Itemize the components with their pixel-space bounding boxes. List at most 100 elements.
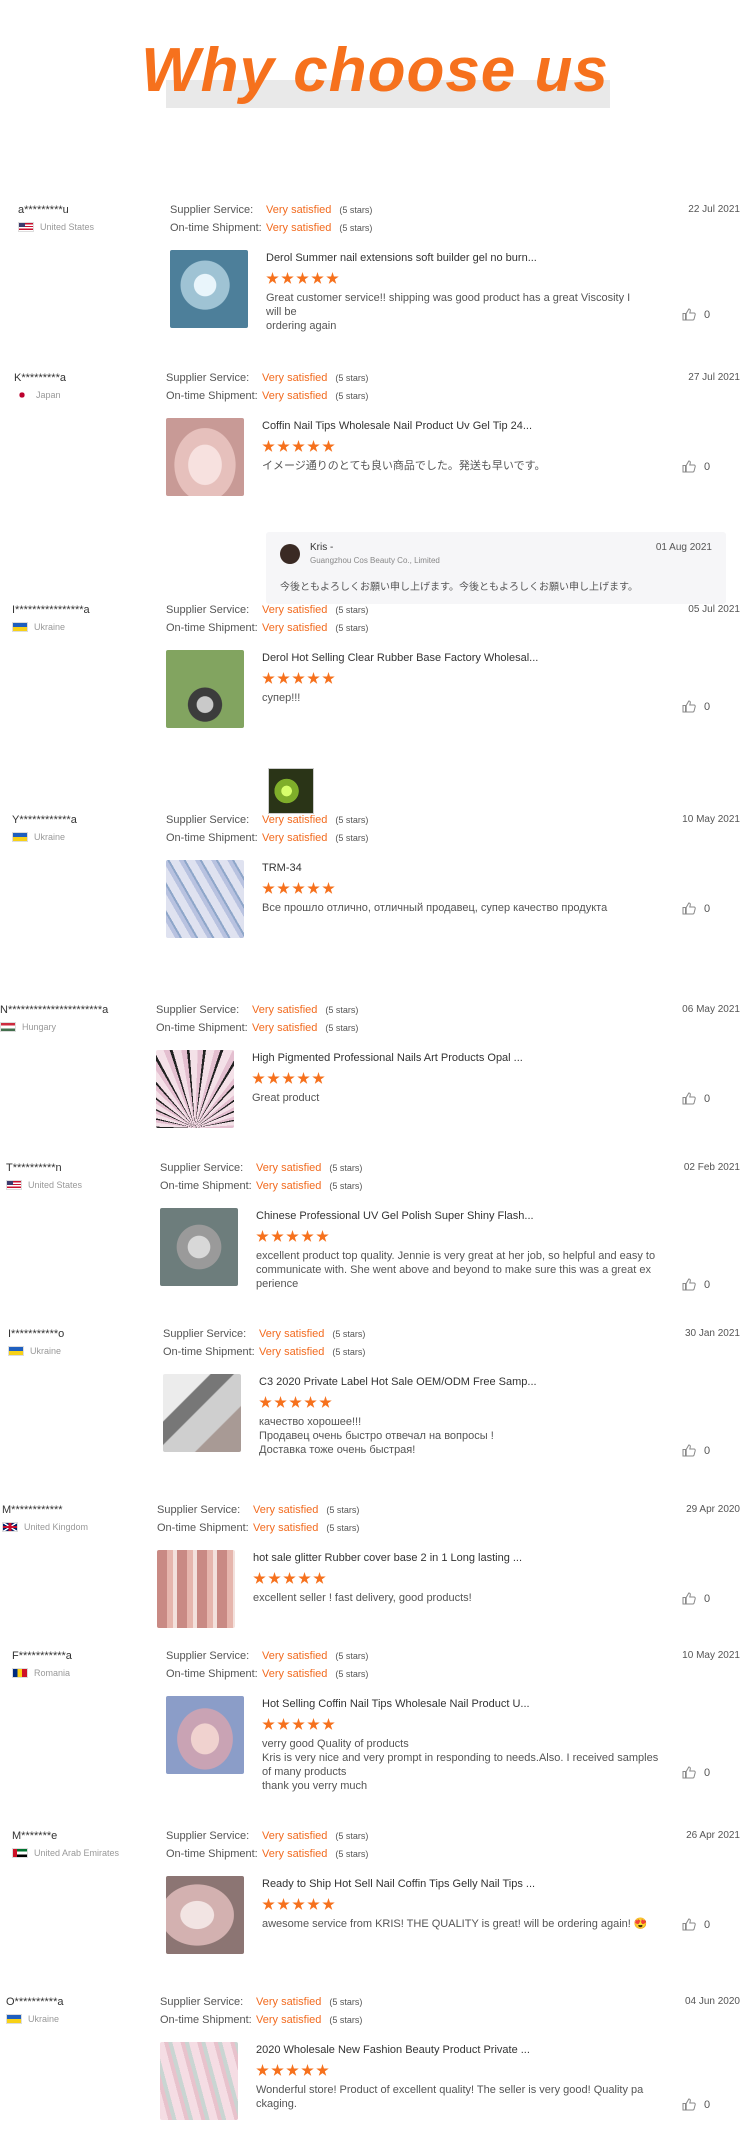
supplier-service-stars: (5 stars) xyxy=(325,1005,359,1015)
review-photo[interactable] xyxy=(268,768,314,814)
product-title-link[interactable]: C3 2020 Private Label Hot Sale OEM/ODM F… xyxy=(259,1376,639,1388)
review-text-line: Wonderful store! Product of excellent qu… xyxy=(256,2084,644,2096)
like-button[interactable]: 0 xyxy=(682,1918,710,1931)
romania-flag-icon xyxy=(12,1668,28,1678)
star-icon xyxy=(289,1396,302,1408)
reviewer-country: United Arab Emirates xyxy=(12,1848,119,1858)
review-text-line: excellent product top quality. Jennie is… xyxy=(256,1250,656,1262)
star-icon xyxy=(304,1396,317,1408)
product-thumbnail[interactable] xyxy=(157,1550,235,1628)
supplier-service-stars: (5 stars) xyxy=(339,205,373,215)
review-text-line: Great product xyxy=(252,1092,320,1104)
banner-title: Why choose us xyxy=(141,36,609,105)
product-title-link[interactable]: 2020 Wholesale New Fashion Beauty Produc… xyxy=(256,2044,646,2056)
supplier-service-label: Supplier Service: xyxy=(157,1504,241,1516)
supplier-service-value: Very satisfied xyxy=(262,1830,328,1842)
product-title-link[interactable]: Coffin Nail Tips Wholesale Nail Product … xyxy=(262,420,642,432)
reviewer-name: M*******e xyxy=(12,1830,58,1842)
review-text: awesome service from KRIS! THE QUALITY i… xyxy=(262,1917,662,1931)
like-button[interactable]: 0 xyxy=(682,1278,710,1291)
product-title-link[interactable]: High Pigmented Professional Nails Art Pr… xyxy=(252,1052,642,1064)
product-info: 2020 Wholesale New Fashion Beauty Produc… xyxy=(256,2044,646,2111)
rating-stars xyxy=(256,2064,646,2077)
product-title-link[interactable]: TRM-34 xyxy=(262,862,642,874)
shipment-label: On-time Shipment: xyxy=(166,1668,258,1680)
shipment-label: On-time Shipment: xyxy=(156,1022,248,1034)
supplier-service-stars: (5 stars) xyxy=(335,605,369,615)
reviewer: a*********u United States xyxy=(18,204,94,232)
review-main: Supplier Service: Very satisfied (5 star… xyxy=(166,814,368,850)
country-name: Japan xyxy=(36,390,61,400)
shipment-value: Very satisfied xyxy=(262,1848,328,1860)
review-main: Supplier Service: Very satisfied (5 star… xyxy=(166,1830,368,1866)
star-icon xyxy=(277,1898,290,1910)
like-button[interactable]: 0 xyxy=(682,1092,710,1105)
product-title-link[interactable]: Derol Hot Selling Clear Rubber Base Fact… xyxy=(262,652,642,664)
product-title-link[interactable]: Derol Summer nail extensions soft builde… xyxy=(266,252,646,264)
product-title-link[interactable]: hot sale glitter Rubber cover base 2 in … xyxy=(253,1552,633,1564)
country-name: Ukraine xyxy=(34,832,66,842)
supplier-service-stars: (5 stars) xyxy=(329,1163,363,1173)
product-thumbnail[interactable] xyxy=(170,250,248,328)
supplier-service-row: Supplier Service: Very satisfied (5 star… xyxy=(160,1996,362,2014)
product-info: C3 2020 Private Label Hot Sale OEM/ODM F… xyxy=(259,1376,639,1457)
shipment-stars: (5 stars) xyxy=(335,1849,369,1859)
review-main: Supplier Service: Very satisfied (5 star… xyxy=(157,1504,359,1540)
reviewer-country: Ukraine xyxy=(8,1346,64,1356)
product-thumbnail[interactable] xyxy=(163,1374,241,1452)
shipment-value: Very satisfied xyxy=(259,1346,325,1358)
shipment-stars: (5 stars) xyxy=(335,1669,369,1679)
like-button[interactable]: 0 xyxy=(682,2098,710,2111)
product-thumbnail[interactable] xyxy=(166,1696,244,1774)
reviewer-country: Romania xyxy=(12,1668,72,1678)
product-thumbnail[interactable] xyxy=(166,1876,244,1954)
review-text-line: Продавец очень быстро отвечал на вопросы… xyxy=(259,1430,494,1442)
like-button[interactable]: 0 xyxy=(682,1444,710,1457)
shipment-label: On-time Shipment: xyxy=(163,1346,255,1358)
star-icon xyxy=(292,672,305,684)
star-icon xyxy=(262,440,275,452)
like-button[interactable]: 0 xyxy=(682,308,710,321)
shipment-row: On-time Shipment: Very satisfied (5 star… xyxy=(166,622,368,640)
product-info: hot sale glitter Rubber cover base 2 in … xyxy=(253,1552,633,1605)
supplier-service-row: Supplier Service: Very satisfied (5 star… xyxy=(166,1830,368,1848)
product-title-link[interactable]: Ready to Ship Hot Sell Nail Coffin Tips … xyxy=(262,1878,662,1890)
product-thumbnail[interactable] xyxy=(166,418,244,496)
product-title-link[interactable]: Hot Selling Coffin Nail Tips Wholesale N… xyxy=(262,1698,672,1710)
reviewer-country: Hungary xyxy=(0,1022,108,1032)
supplier-service-stars: (5 stars) xyxy=(335,373,369,383)
review-date: 10 May 2021 xyxy=(682,1650,740,1661)
hungary-flag-icon xyxy=(0,1022,16,1032)
seller-company: Guangzhou Cos Beauty Co., Limited xyxy=(310,556,440,565)
like-button[interactable]: 0 xyxy=(682,902,710,915)
product-thumbnail[interactable] xyxy=(160,1208,238,1286)
product-thumbnail[interactable] xyxy=(156,1050,234,1128)
review-text-line: Все прошло отлично, отличный продавец, с… xyxy=(262,902,608,914)
shipment-label: On-time Shipment: xyxy=(160,2014,252,2026)
star-icon xyxy=(271,2064,284,2076)
shipment-value: Very satisfied xyxy=(252,1022,318,1034)
product-title-link[interactable]: Chinese Professional UV Gel Polish Super… xyxy=(256,1210,656,1222)
review-text-line: Great customer service!! shipping was go… xyxy=(266,292,631,318)
product-thumbnail[interactable] xyxy=(160,2042,238,2120)
like-button[interactable]: 0 xyxy=(682,700,710,713)
supplier-service-stars: (5 stars) xyxy=(329,1997,363,2007)
star-icon xyxy=(292,1898,305,1910)
shipment-row: On-time Shipment: Very satisfied (5 star… xyxy=(170,222,372,240)
star-icon xyxy=(322,882,335,894)
ukraine-flag-icon xyxy=(12,622,28,632)
supplier-service-label: Supplier Service: xyxy=(160,1162,244,1174)
rating-stars xyxy=(262,672,642,685)
like-button[interactable]: 0 xyxy=(682,1766,710,1779)
star-icon xyxy=(316,2064,329,2076)
like-button[interactable]: 0 xyxy=(682,460,710,473)
product-thumbnail[interactable] xyxy=(166,860,244,938)
rating-stars xyxy=(266,272,646,285)
review-date: 30 Jan 2021 xyxy=(684,1328,740,1339)
like-button[interactable]: 0 xyxy=(682,1592,710,1605)
rating-stars xyxy=(262,1718,672,1731)
review-main: Supplier Service: Very satisfied (5 star… xyxy=(166,604,368,640)
product-thumbnail[interactable] xyxy=(166,650,244,728)
shipment-row: On-time Shipment: Very satisfied (5 star… xyxy=(156,1022,358,1040)
shipment-stars: (5 stars) xyxy=(329,2015,363,2025)
